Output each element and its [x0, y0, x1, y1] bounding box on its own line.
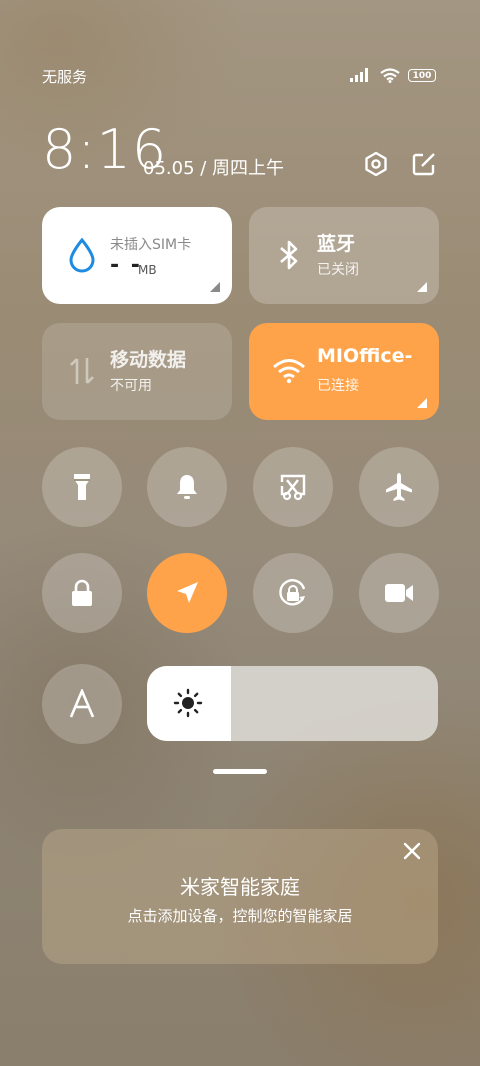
edit-icon[interactable]: [410, 150, 438, 178]
signal-icon: [350, 68, 368, 82]
sim-status: 未插入SIM卡: [110, 237, 192, 253]
font-a-icon: [69, 689, 95, 718]
mobile-data-icon: [64, 353, 100, 389]
battery-icon: 100: [408, 68, 436, 82]
flashlight-toggle[interactable]: [42, 447, 122, 527]
carrier-status: 无服务: [42, 68, 88, 86]
mobile-data-status: 不可用: [110, 378, 152, 394]
wifi-icon: [271, 353, 307, 389]
data-usage-tile[interactable]: 未插入SIM卡 - - MB: [42, 207, 232, 304]
expand-corner: [417, 398, 427, 408]
mobile-data-tile[interactable]: 移动数据 不可用: [42, 323, 232, 420]
status-icons: 100: [350, 66, 436, 84]
water-drop-icon: [64, 237, 100, 273]
wifi-network-name: MIOffice-: [317, 345, 413, 367]
bell-icon: [177, 475, 197, 499]
screenshot-icon: [280, 474, 306, 501]
bluetooth-tile[interactable]: 蓝牙 已关闭: [249, 207, 439, 304]
brightness-slider[interactable]: [147, 666, 438, 741]
mobile-data-title: 移动数据: [110, 349, 187, 371]
data-unit: MB: [138, 263, 157, 277]
rotation-lock-toggle[interactable]: [253, 553, 333, 633]
expand-corner: [417, 282, 427, 292]
close-icon[interactable]: [402, 841, 422, 861]
mute-toggle[interactable]: [147, 447, 227, 527]
smart-home-card[interactable]: 米家智能家庭 点击添加设备，控制您的智能家居: [42, 829, 438, 964]
wifi-status: 已连接: [317, 378, 359, 394]
smart-home-title: 米家智能家庭: [180, 875, 300, 899]
video-icon: [385, 584, 413, 602]
lock-screen-toggle[interactable]: [42, 553, 122, 633]
wifi-tile[interactable]: MIOffice- 已连接: [249, 323, 439, 420]
screen-record-toggle[interactable]: [359, 553, 439, 633]
expand-corner: [210, 282, 220, 292]
airplane-toggle[interactable]: [359, 447, 439, 527]
location-toggle[interactable]: [147, 553, 227, 633]
rotation-lock-icon: [279, 579, 306, 606]
auto-brightness-toggle[interactable]: [42, 664, 122, 744]
wifi-icon: [380, 67, 400, 83]
screenshot-toggle[interactable]: [253, 447, 333, 527]
smart-home-subtitle: 点击添加设备，控制您的智能家居: [127, 907, 353, 925]
sun-icon: [173, 688, 203, 718]
lock-icon: [72, 579, 92, 606]
airplane-icon: [386, 473, 412, 501]
location-icon: [177, 582, 198, 603]
settings-icon[interactable]: [362, 150, 390, 178]
date-label: 05.05 / 周四上午: [143, 158, 285, 179]
flashlight-icon: [74, 474, 90, 500]
panel-drag-handle[interactable]: [213, 769, 267, 774]
bluetooth-status: 已关闭: [317, 262, 359, 278]
bluetooth-title: 蓝牙: [317, 233, 356, 255]
bluetooth-icon: [271, 237, 307, 273]
